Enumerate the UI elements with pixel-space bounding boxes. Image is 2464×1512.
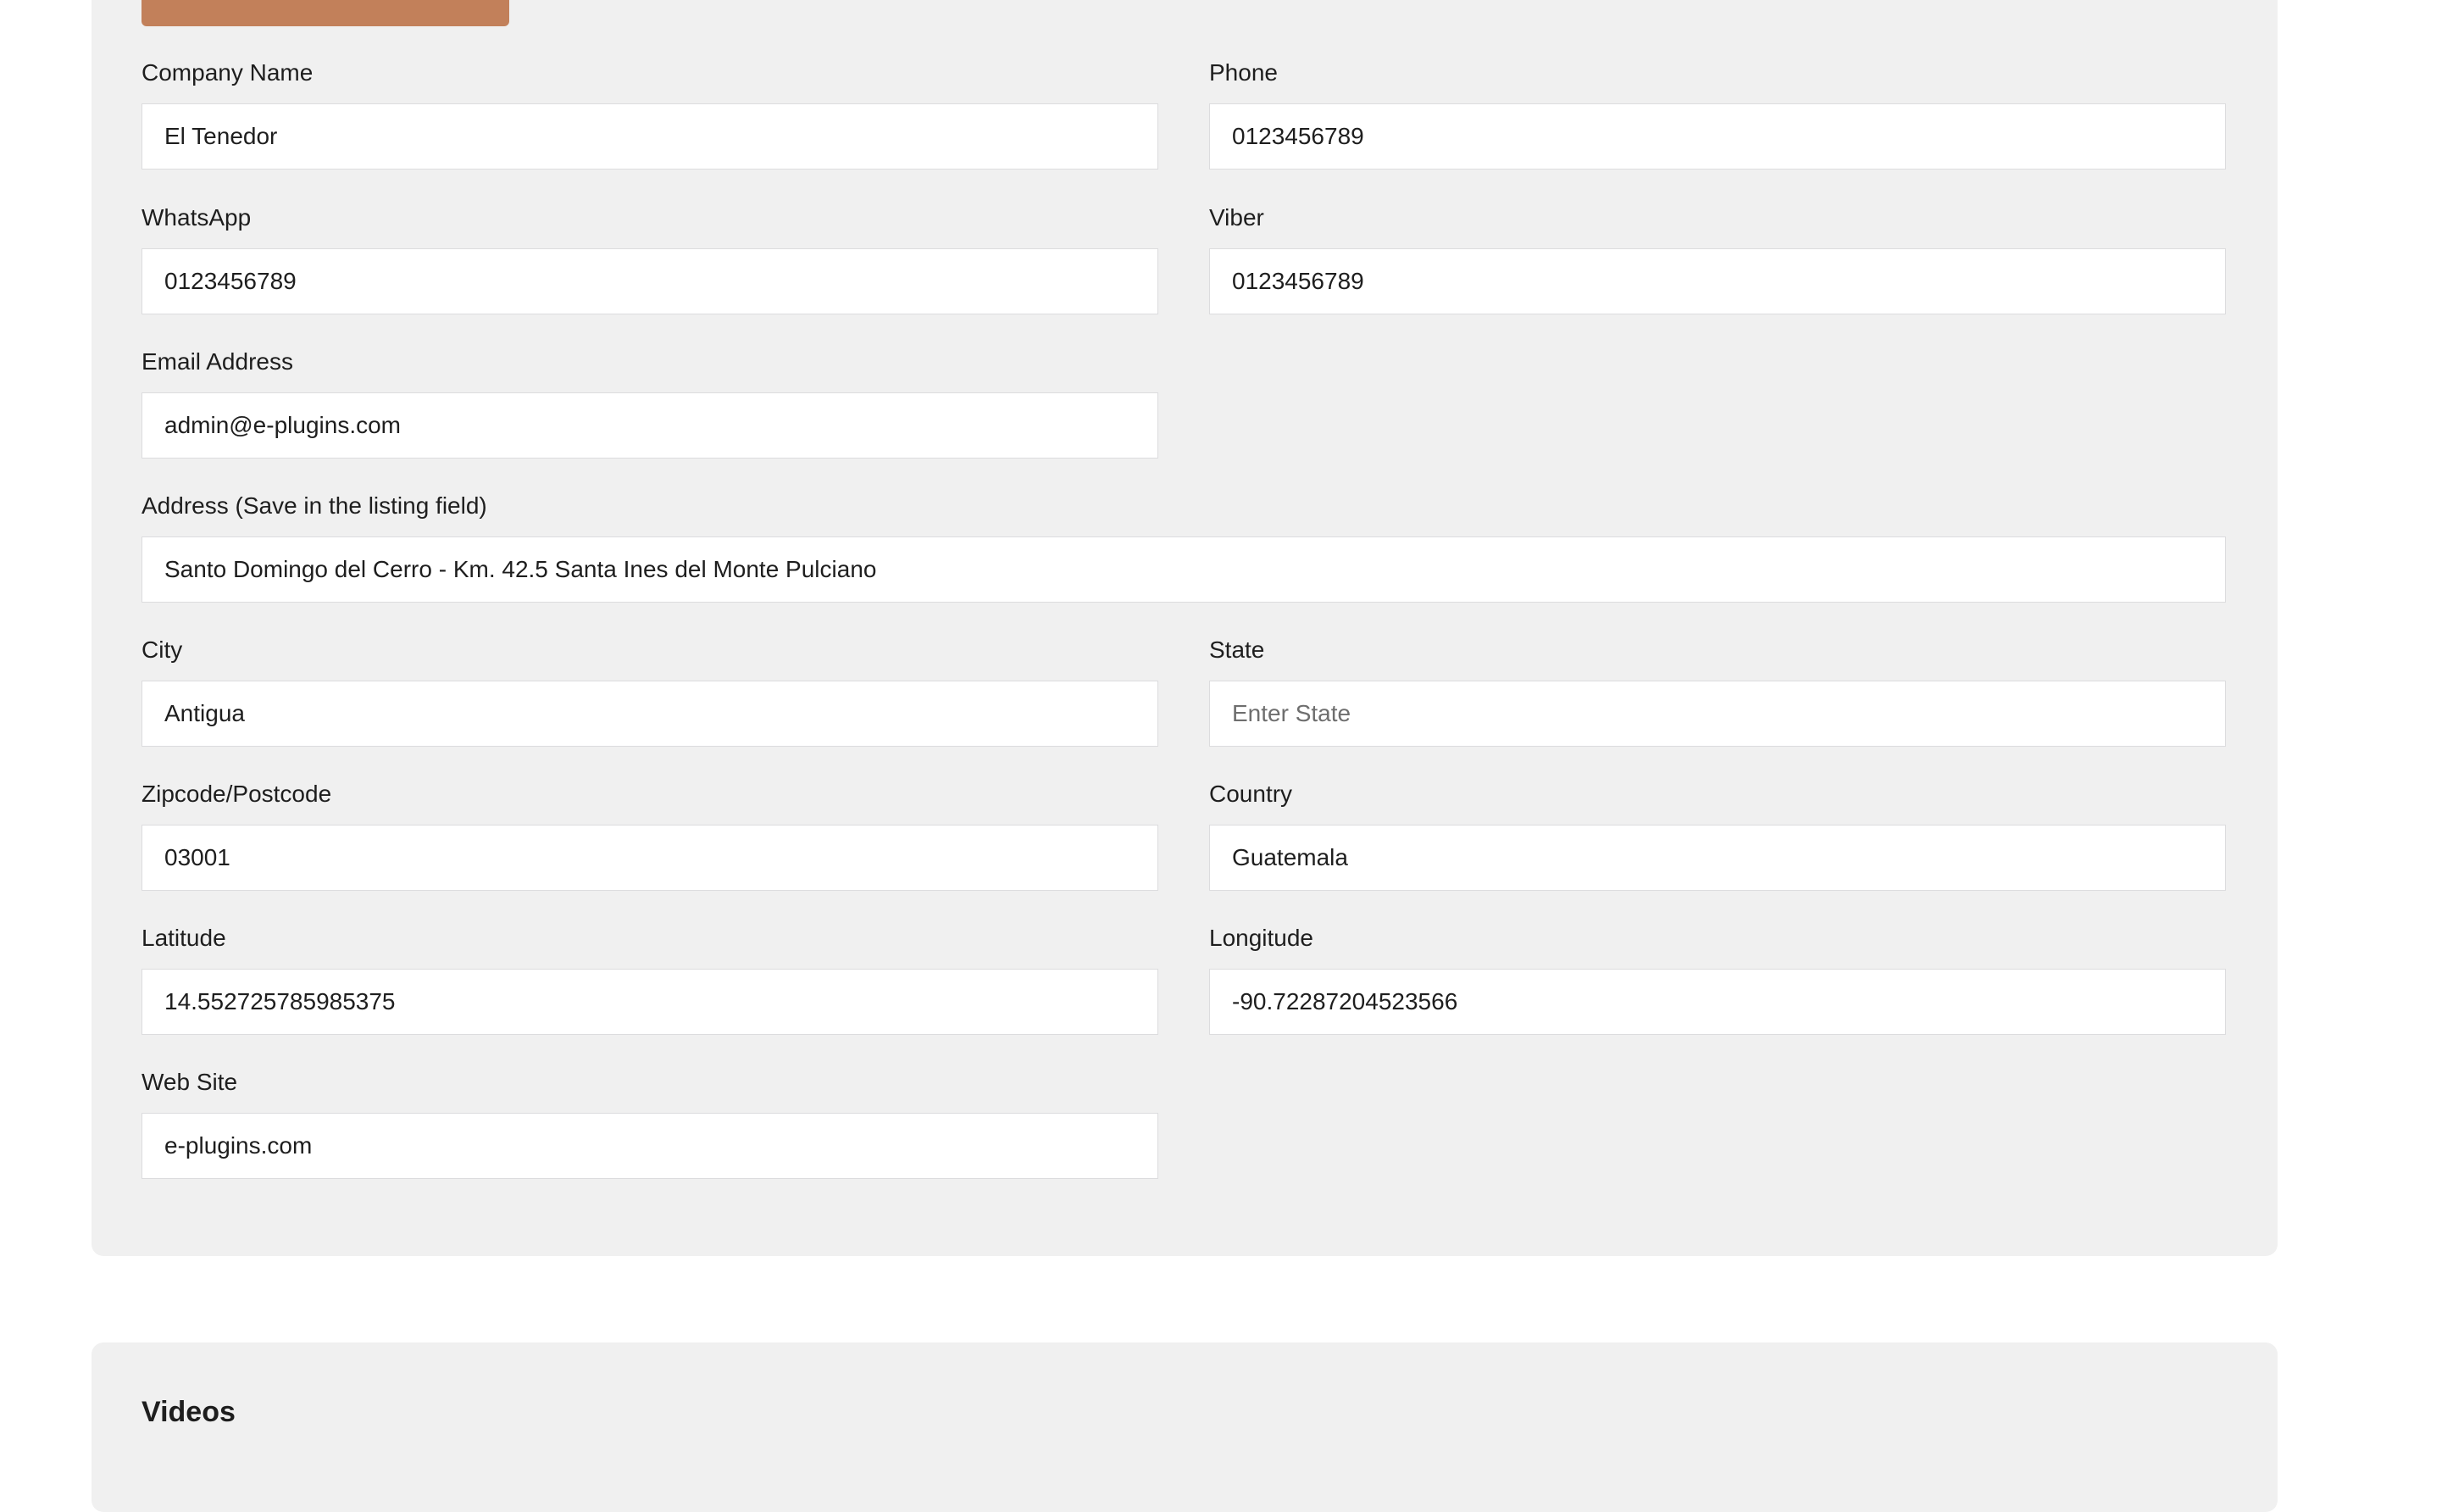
city-label: City [142, 636, 183, 663]
viber-input[interactable] [1209, 248, 2226, 314]
whatsapp-input[interactable] [142, 248, 1158, 314]
country-label: Country [1209, 781, 1293, 807]
email-input[interactable] [142, 392, 1158, 459]
viber-label: Viber [1209, 204, 1264, 231]
top-action-button[interactable] [142, 0, 509, 26]
company-name-label: Company Name [142, 59, 314, 86]
zipcode-input[interactable] [142, 825, 1158, 891]
videos-panel [92, 1342, 2278, 1512]
zipcode-label: Zipcode/Postcode [142, 781, 332, 807]
address-label: Address (Save in the listing field) [142, 492, 487, 519]
phone-label: Phone [1209, 59, 1278, 86]
phone-input[interactable] [1209, 103, 2226, 170]
country-input[interactable] [1209, 825, 2226, 891]
longitude-label: Longitude [1209, 925, 1314, 951]
videos-heading: Videos [142, 1396, 236, 1428]
latitude-input[interactable] [142, 969, 1158, 1035]
website-input[interactable] [142, 1113, 1158, 1179]
state-label: State [1209, 636, 1265, 663]
longitude-input[interactable] [1209, 969, 2226, 1035]
state-input[interactable] [1209, 681, 2226, 747]
address-input[interactable] [142, 536, 2226, 603]
email-label: Email Address [142, 348, 293, 375]
city-input[interactable] [142, 681, 1158, 747]
whatsapp-label: WhatsApp [142, 204, 252, 231]
latitude-label: Latitude [142, 925, 226, 951]
company-name-input[interactable] [142, 103, 1158, 170]
contact-info-panel [92, 0, 2278, 1256]
website-label: Web Site [142, 1069, 238, 1095]
